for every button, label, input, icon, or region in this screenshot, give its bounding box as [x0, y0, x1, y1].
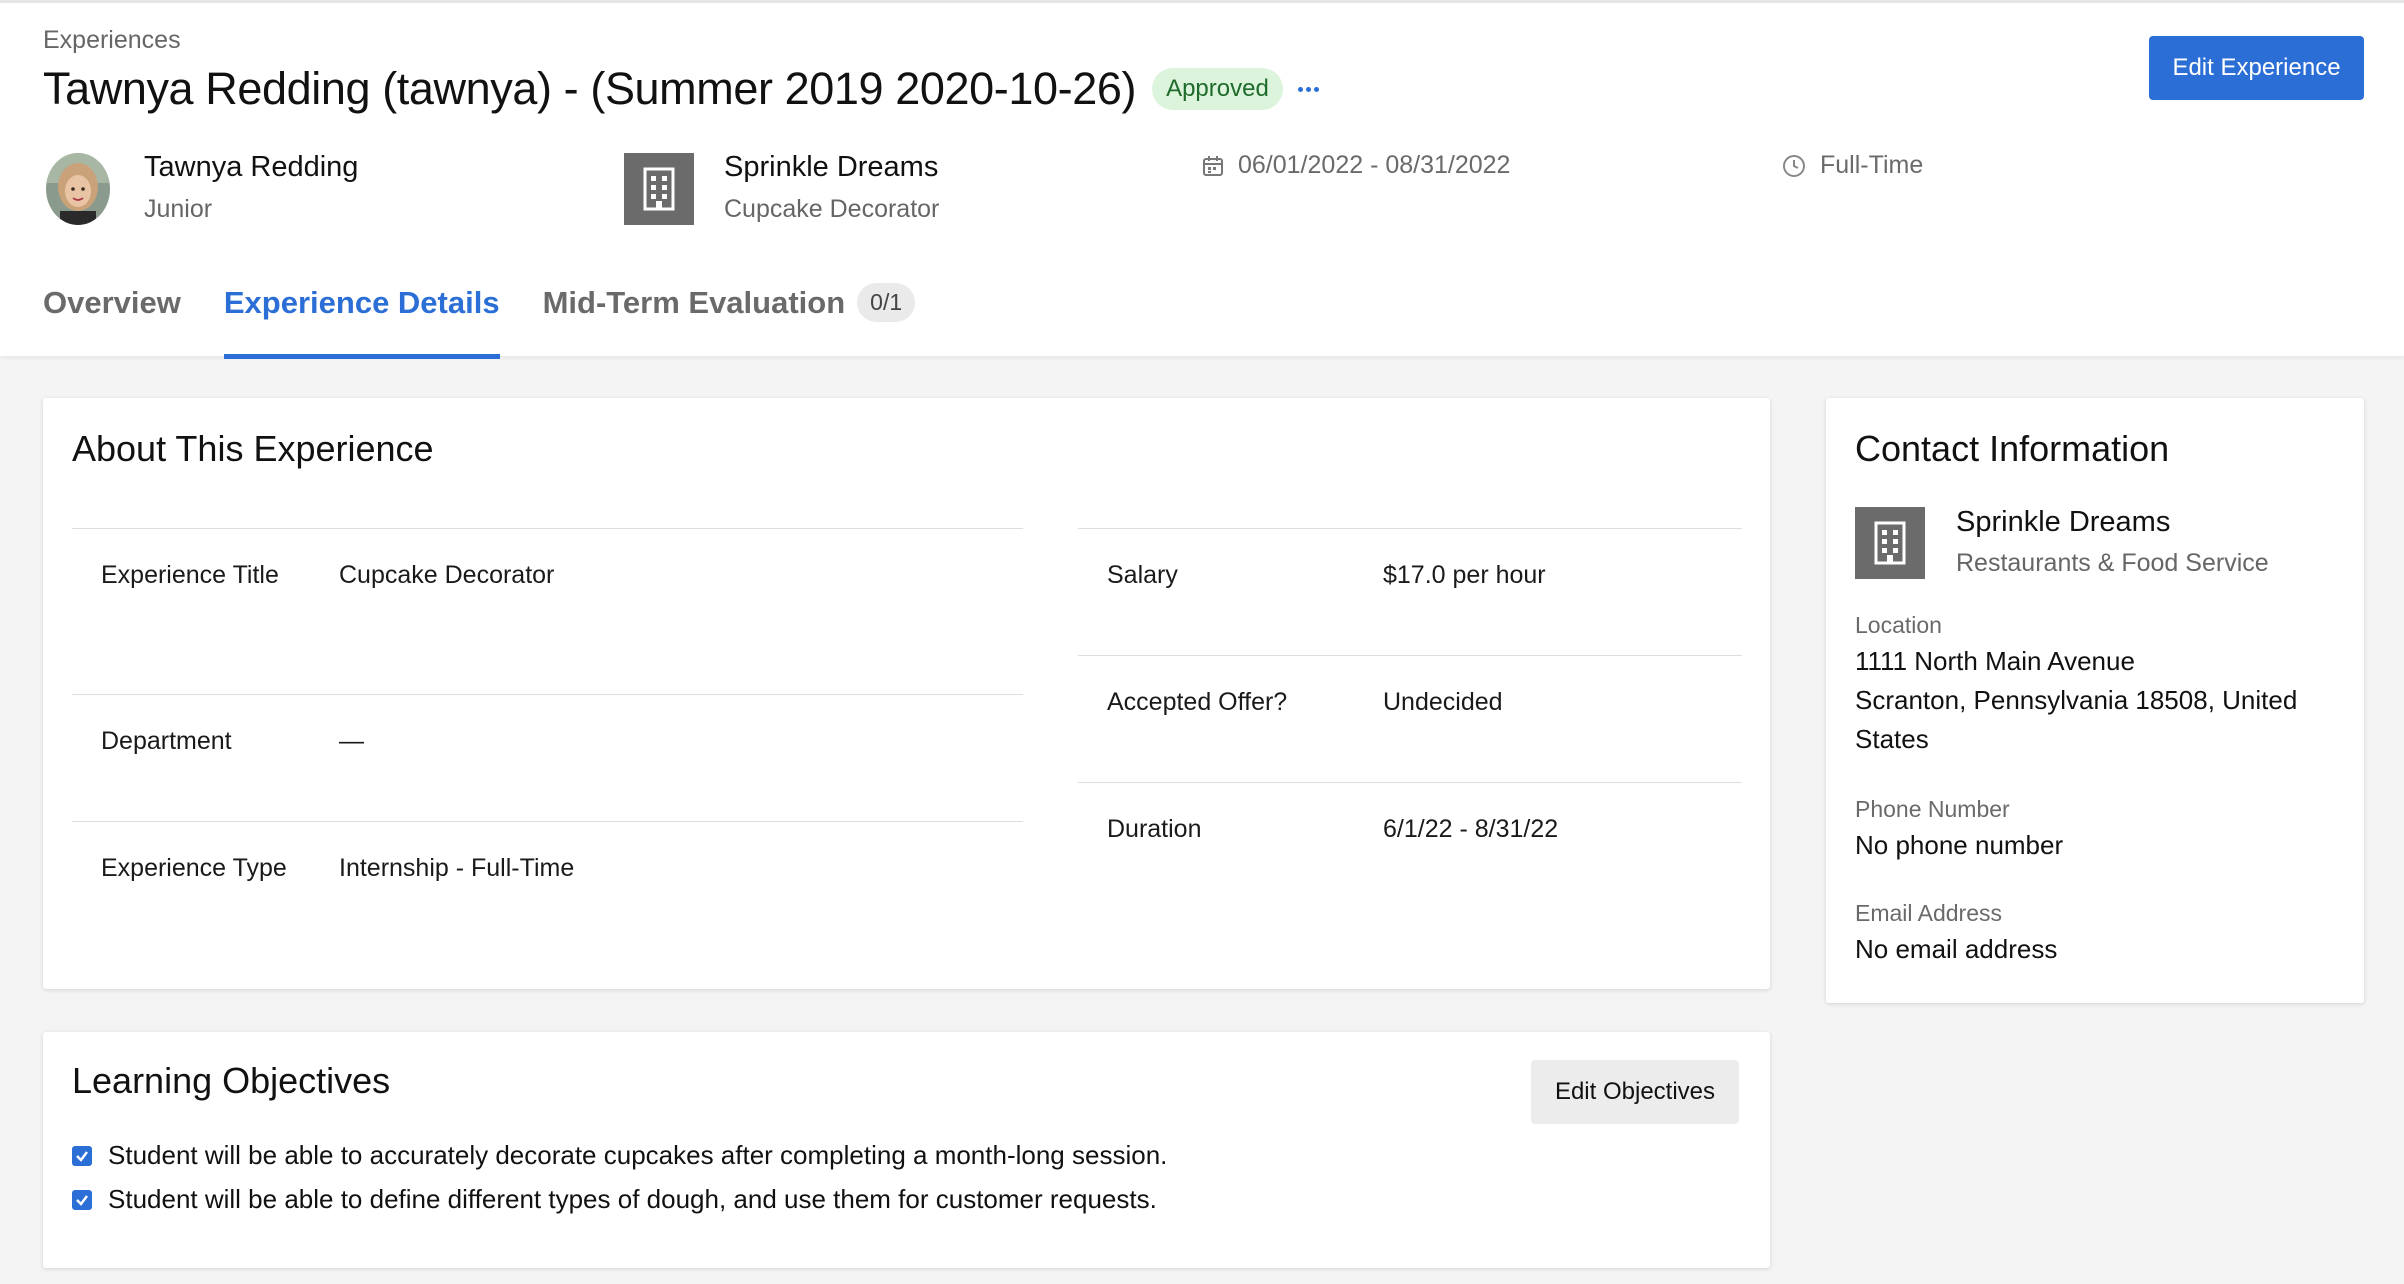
email-label: Email Address [1855, 900, 2003, 926]
objective-item: Student will be able to accurately decor… [72, 1140, 1167, 1171]
tab-experience-details[interactable]: Experience Details [223, 285, 500, 359]
detail-row: Department — [72, 694, 1023, 821]
detail-label: Duration [1107, 815, 1202, 843]
phone-label: Phone Number [1855, 796, 2010, 822]
contact-employer: Sprinkle Dreams Restaurants & Food Servi… [1956, 506, 2269, 578]
detail-row: Experience Type Internship - Full-Time [72, 821, 1023, 981]
page-header: Experiences Tawnya Redding (tawnya) - (S… [0, 0, 2404, 359]
detail-row: Experience Title Cupcake Decorator [72, 528, 1023, 694]
contact-industry: Restaurants & Food Service [1956, 549, 2269, 577]
about-experience-card: About This Experience Experience Title C… [43, 398, 1770, 989]
employer-name[interactable]: Sprinkle Dreams [724, 151, 939, 184]
breadcrumb[interactable]: Experiences [43, 26, 181, 55]
detail-label: Experience Title [101, 561, 279, 589]
location-value: 1111 North Main Avenue Scranton, Pennsyl… [1855, 642, 2325, 759]
tab-mid-term-evaluation[interactable]: Mid-Term Evaluation 0/1 [542, 283, 916, 359]
detail-label: Experience Type [101, 854, 287, 882]
location-label: Location [1855, 612, 1942, 638]
tab-bar: Overview Experience Details Mid-Term Eva… [43, 283, 958, 359]
objectives-title: Learning Objectives [72, 1060, 391, 1101]
schedule-text: Full-Time [1820, 151, 1924, 179]
clock-icon [1783, 154, 1805, 177]
objective-item: Student will be able to define different… [72, 1184, 1157, 1215]
detail-row: Salary $17.0 per hour [1078, 528, 1742, 655]
address-line-1: 1111 North Main Avenue [1855, 646, 2135, 676]
student-name[interactable]: Tawnya Redding [144, 151, 358, 184]
detail-value: Undecided [1383, 688, 1503, 716]
about-title: About This Experience [72, 428, 434, 469]
edit-objectives-button[interactable]: Edit Objectives [1531, 1060, 1739, 1124]
schedule: Full-Time [1782, 151, 1923, 180]
checkbox-checked-icon[interactable] [72, 1145, 92, 1166]
address-line-2: Scranton, Pennsylvania 18508, United Sta… [1855, 685, 2298, 754]
detail-row: Duration 6/1/22 - 8/31/22 [1078, 782, 1742, 909]
calendar-icon [1203, 155, 1223, 176]
detail-label: Accepted Offer? [1107, 688, 1288, 716]
more-icon[interactable] [1297, 77, 1321, 101]
edit-experience-button[interactable]: Edit Experience [2149, 36, 2364, 100]
detail-value: $17.0 per hour [1383, 561, 1546, 589]
page-title: Tawnya Redding (tawnya) - (Summer 2019 2… [43, 63, 1137, 114]
detail-value: 6/1/22 - 8/31/22 [1383, 815, 1559, 843]
tab-label: Experience Details [223, 285, 500, 320]
checkbox-checked-icon[interactable] [72, 1189, 92, 1210]
student-year: Junior [144, 195, 213, 223]
tab-overview[interactable]: Overview [43, 285, 181, 359]
objective-text: Student will be able to accurately decor… [108, 1140, 1168, 1170]
learning-objectives-card: Learning Objectives Edit Objectives Stud… [43, 1032, 1770, 1268]
title-row: Tawnya Redding (tawnya) - (Summer 2019 2… [43, 63, 1321, 115]
building-icon [1855, 507, 1925, 579]
employer-role: Cupcake Decorator [724, 195, 940, 223]
email-value: No email address [1855, 934, 2058, 964]
avatar [46, 153, 110, 225]
date-range: 06/01/2022 - 08/31/2022 [1202, 151, 1510, 180]
contact-employer-name[interactable]: Sprinkle Dreams [1956, 506, 2269, 539]
detail-label: Department [101, 727, 232, 755]
detail-value: Internship - Full-Time [339, 854, 575, 882]
student-info: Tawnya Redding Junior [144, 151, 358, 224]
detail-value: — [339, 727, 364, 755]
contact-title: Contact Information [1855, 428, 2170, 469]
date-range-text: 06/01/2022 - 08/31/2022 [1238, 151, 1511, 179]
tab-label: Overview [43, 285, 181, 320]
status-badge: Approved [1152, 68, 1283, 110]
building-icon [624, 153, 694, 225]
phone-value: No phone number [1855, 830, 2064, 860]
objective-text: Student will be able to define different… [108, 1184, 1157, 1214]
detail-label: Salary [1107, 561, 1178, 589]
tab-count-badge: 0/1 [857, 283, 916, 322]
tab-label: Mid-Term Evaluation [542, 285, 846, 320]
contact-information-card: Contact Information Sprinkle Dreams Rest… [1826, 398, 2364, 1003]
detail-row: Accepted Offer? Undecided [1078, 655, 1742, 782]
detail-value: Cupcake Decorator [339, 561, 555, 589]
employer-info: Sprinkle Dreams Cupcake Decorator [724, 151, 939, 224]
